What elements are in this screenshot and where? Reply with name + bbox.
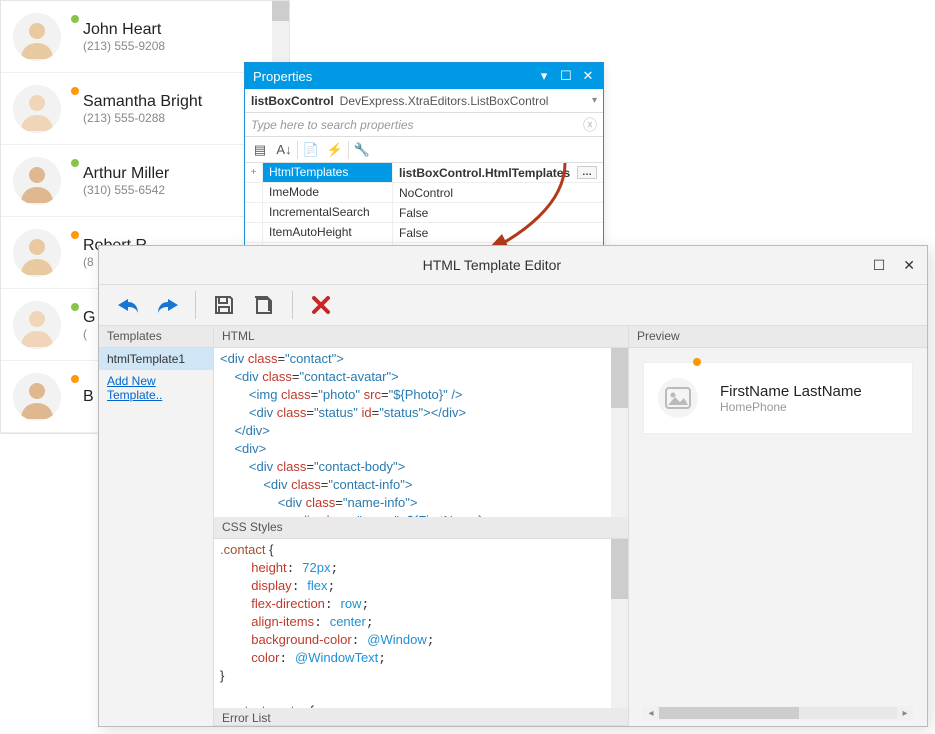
contact-name: G [83, 309, 95, 327]
wrench-icon[interactable]: 🔧 [351, 139, 373, 161]
window-close-icon[interactable]: ✕ [581, 69, 595, 83]
properties-object-selector[interactable]: listBoxControl DevExpress.XtraEditors.Li… [245, 89, 603, 113]
templates-panel-header: Templates [99, 326, 213, 348]
separator [292, 291, 293, 319]
editor-toolbar [99, 284, 927, 326]
contact-avatar [13, 301, 61, 349]
expand-icon[interactable] [245, 223, 263, 242]
scroll-left-icon[interactable]: ◂ [643, 708, 659, 719]
separator [297, 141, 298, 159]
preview-area: FirstName LastName HomePhone ◂ ▸ [629, 348, 927, 726]
status-dot [71, 15, 79, 23]
property-value[interactable]: listBoxControl.HtmlTemplates… [393, 163, 603, 182]
property-name: IncrementalSearch [263, 203, 393, 222]
properties-title: Properties [253, 69, 537, 84]
status-dot [71, 375, 79, 383]
contact-name: Arthur Miller [83, 165, 169, 183]
editor-titlebar[interactable]: HTML Template Editor ☐ ✕ [99, 246, 927, 284]
expand-icon[interactable]: + [245, 163, 263, 182]
status-dot [71, 159, 79, 167]
preview-contact-card: FirstName LastName HomePhone [643, 362, 913, 434]
window-dropdown-icon[interactable]: ▾ [537, 69, 551, 83]
error-list-panel-header[interactable]: Error List [214, 708, 628, 726]
preview-status-dot [693, 358, 701, 366]
contact-phone: (213) 555-0288 [83, 111, 202, 125]
contact-phone: ( [83, 327, 95, 341]
status-dot [71, 87, 79, 95]
vertical-scrollbar[interactable] [611, 348, 628, 517]
window-maximize-icon[interactable]: ☐ [873, 257, 886, 274]
template-item[interactable]: htmlTemplate1 [99, 348, 213, 370]
alphabetical-icon[interactable]: A↓ [273, 139, 295, 161]
horizontal-scrollbar[interactable]: ◂ ▸ [643, 706, 913, 720]
window-close-icon[interactable]: ✕ [903, 257, 915, 274]
html-template-editor-window: HTML Template Editor ☐ ✕ Templates htmlT… [98, 245, 928, 727]
undo-button[interactable] [109, 288, 145, 322]
preview-phone: HomePhone [720, 400, 862, 414]
property-row[interactable]: ItemAutoHeight False [245, 223, 603, 243]
contact-avatar [13, 373, 61, 421]
properties-search-input[interactable]: Type here to search properties ⓧ [245, 113, 603, 137]
properties-titlebar[interactable]: Properties ▾ ☐ ✕ [245, 63, 603, 89]
property-row[interactable]: IncrementalSearch False [245, 203, 603, 223]
separator [195, 291, 196, 319]
properties-object-name: listBoxControl [251, 94, 334, 108]
property-row[interactable]: ImeMode NoControl [245, 183, 603, 203]
save-all-button[interactable] [246, 288, 282, 322]
events-icon[interactable]: ⚡ [324, 139, 346, 161]
properties-window: Properties ▾ ☐ ✕ listBoxControl DevExpre… [244, 62, 604, 264]
preview-panel-header: Preview [629, 326, 927, 348]
property-name: ItemAutoHeight [263, 223, 393, 242]
css-panel-header: CSS Styles [214, 517, 628, 539]
delete-button[interactable] [303, 288, 339, 322]
status-dot [71, 231, 79, 239]
contact-name: John Heart [83, 21, 165, 39]
contact-phone: (310) 555-6542 [83, 183, 169, 197]
categorized-icon[interactable]: ▤ [249, 139, 271, 161]
css-code-editor[interactable]: .contact { height: 72px; display: flex; … [214, 539, 628, 708]
property-name: ImeMode [263, 183, 393, 202]
editor-title: HTML Template Editor [111, 257, 873, 273]
contact-avatar [13, 157, 61, 205]
html-panel-header: HTML [214, 326, 628, 348]
window-maximize-icon[interactable]: ☐ [559, 69, 573, 83]
separator [348, 141, 349, 159]
expand-icon[interactable] [245, 183, 263, 202]
expand-icon[interactable] [245, 203, 263, 222]
property-name: HtmlTemplates [263, 163, 393, 182]
preview-name: FirstName LastName [720, 383, 862, 400]
status-dot [71, 303, 79, 311]
property-value[interactable]: False [393, 223, 603, 242]
html-code-editor[interactable]: <div class="contact"> <div class="contac… [214, 348, 628, 517]
ellipsis-button[interactable]: … [577, 166, 597, 179]
contact-name: B [83, 388, 94, 406]
property-value[interactable]: NoControl [393, 183, 603, 202]
properties-search-placeholder: Type here to search properties [251, 118, 414, 132]
add-template-link[interactable]: Add New Template.. [99, 370, 213, 406]
preview-avatar-placeholder [658, 378, 698, 418]
templates-panel: Templates htmlTemplate1 Add New Template… [99, 326, 214, 726]
clear-icon[interactable]: ⓧ [583, 115, 597, 135]
chevron-down-icon: ▾ [592, 95, 597, 106]
property-value[interactable]: False [393, 203, 603, 222]
property-row[interactable]: + HtmlTemplates listBoxControl.HtmlTempl… [245, 163, 603, 183]
vertical-scrollbar[interactable] [611, 539, 628, 708]
contact-avatar [13, 85, 61, 133]
save-button[interactable] [206, 288, 242, 322]
contact-name: Samantha Bright [83, 93, 202, 111]
properties-object-type: DevExpress.XtraEditors.ListBoxControl [340, 94, 549, 108]
scroll-right-icon[interactable]: ▸ [897, 708, 913, 719]
contact-avatar [13, 13, 61, 61]
redo-button[interactable] [149, 288, 185, 322]
contact-avatar [13, 229, 61, 277]
property-pages-icon[interactable]: 📄 [300, 139, 322, 161]
contact-phone: (213) 555-9208 [83, 39, 165, 53]
properties-toolbar: ▤ A↓ 📄 ⚡ 🔧 [245, 137, 603, 163]
